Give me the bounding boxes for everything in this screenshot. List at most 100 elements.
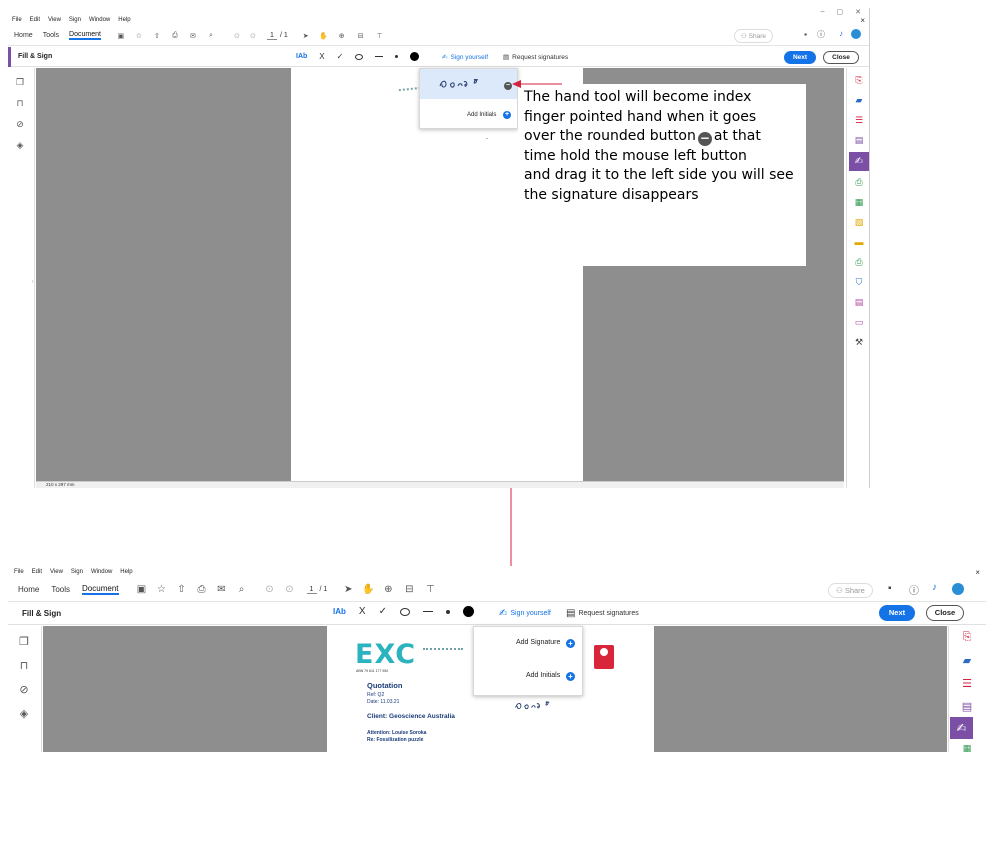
fill-sign-active-icon[interactable]: ✍: [950, 717, 973, 739]
menu-sign[interactable]: Sign: [71, 569, 83, 575]
remove-signature-button[interactable]: −: [504, 82, 512, 90]
measure-icon[interactable]: ▭: [853, 316, 865, 328]
upload-icon[interactable]: ⇧: [151, 32, 163, 40]
color-picker[interactable]: [462, 606, 474, 617]
create-pdf-icon[interactable]: ▦: [960, 744, 974, 752]
save-icon[interactable]: ▣: [115, 32, 127, 40]
pages-icon[interactable]: ❐: [17, 634, 31, 648]
sign-yourself-button[interactable]: ✍ Sign yourself: [499, 608, 551, 619]
stamp-icon[interactable]: ⊤: [374, 32, 386, 40]
next-button[interactable]: Next: [784, 51, 816, 64]
zoom-icon[interactable]: ⊕: [381, 584, 395, 595]
edit-pdf-icon[interactable]: ▤: [960, 699, 974, 713]
combine-icon[interactable]: ▦: [853, 196, 865, 208]
menu-edit[interactable]: Edit: [32, 569, 42, 575]
placed-signature[interactable]: [512, 697, 560, 713]
edit-pdf-icon[interactable]: ▤: [853, 134, 865, 146]
menu-file[interactable]: File: [14, 569, 24, 575]
add-initials-row[interactable]: Add Initials +: [474, 668, 582, 684]
organize-icon[interactable]: ☰: [853, 114, 865, 126]
bell-icon[interactable]: ♪: [839, 29, 843, 38]
create-pdf-icon[interactable]: ⎙: [853, 176, 865, 188]
redact-icon[interactable]: ▤: [853, 296, 865, 308]
menu-edit[interactable]: Edit: [30, 17, 40, 23]
layers-icon[interactable]: ◈: [14, 139, 26, 151]
ellipse-tool[interactable]: [355, 53, 364, 60]
mail-icon[interactable]: ✉: [215, 584, 229, 595]
select-cursor-icon[interactable]: ➤: [341, 584, 355, 595]
attachment-icon[interactable]: ⊘: [17, 682, 31, 696]
tab-home[interactable]: Home: [18, 585, 39, 594]
share-button[interactable]: ⚇ Share: [734, 29, 773, 43]
bookmark-icon[interactable]: ⊓: [14, 97, 26, 109]
tab-tools[interactable]: Tools: [51, 585, 70, 594]
avatar[interactable]: [851, 29, 861, 39]
export-pdf-icon[interactable]: ⎘: [960, 630, 974, 644]
scroll-up-icon[interactable]: ⌃: [940, 628, 945, 635]
page-number-input[interactable]: 1: [266, 32, 277, 40]
add-text-tool[interactable]: IAb: [296, 53, 307, 60]
collapse-left-icon[interactable]: ‹: [30, 278, 35, 286]
close-button[interactable]: Close: [823, 51, 859, 64]
page-number-input[interactable]: 1: [306, 586, 317, 594]
bell-icon[interactable]: ♪: [932, 582, 937, 593]
note-icon[interactable]: ▬: [853, 236, 865, 248]
restore-button[interactable]: ▢: [837, 8, 844, 16]
menu-file[interactable]: File: [12, 17, 22, 23]
organize-icon[interactable]: ☰: [960, 676, 974, 690]
export-pdf-icon[interactable]: ⎘: [853, 74, 865, 86]
cross-tool[interactable]: X: [319, 52, 324, 61]
menu-view[interactable]: View: [50, 569, 63, 575]
dot-tool[interactable]: [395, 55, 399, 58]
menu-window[interactable]: Window: [89, 17, 110, 23]
pages-icon[interactable]: ❐: [14, 76, 26, 88]
page-up-icon[interactable]: ⊙: [231, 32, 243, 40]
share-button[interactable]: ⚇ Share: [828, 583, 873, 598]
saved-signature-row[interactable]: −: [420, 69, 517, 99]
help-icon[interactable]: ⓘ: [817, 29, 825, 40]
print-icon[interactable]: ⎙: [169, 32, 181, 40]
fill-sign-active-icon[interactable]: ✍: [849, 152, 869, 171]
request-signatures-button[interactable]: ▤ Request signatures: [566, 608, 639, 619]
tab-document[interactable]: Document: [82, 584, 119, 595]
ellipse-tool[interactable]: [399, 607, 410, 616]
menu-window[interactable]: Window: [91, 569, 112, 575]
search-icon[interactable]: ⌕: [235, 584, 249, 595]
upload-icon[interactable]: ⇧: [175, 584, 189, 595]
close-doc-x[interactable]: ×: [975, 568, 980, 577]
sign-yourself-button[interactable]: ✍ Sign yourself: [442, 53, 488, 62]
menu-help[interactable]: Help: [118, 17, 130, 23]
help-icon[interactable]: ⓘ: [909, 582, 919, 597]
hand-icon[interactable]: ✋: [361, 584, 375, 595]
scan-icon[interactable]: ▧: [853, 216, 865, 228]
menu-sign[interactable]: Sign: [69, 17, 81, 23]
add-initials-row[interactable]: Add Initials +: [420, 109, 517, 123]
mail-icon[interactable]: ✉: [187, 32, 199, 40]
fit-page-icon[interactable]: ⊟: [354, 32, 368, 40]
star-icon[interactable]: ☆: [133, 32, 145, 40]
check-tool[interactable]: ✓: [379, 606, 387, 617]
protect-icon[interactable]: ⛉: [853, 276, 865, 288]
star-icon[interactable]: ☆: [155, 584, 169, 595]
more-tools-icon[interactable]: ⚒: [853, 336, 865, 348]
check-tool[interactable]: ✓: [337, 52, 344, 61]
zoom-icon[interactable]: ⊕: [336, 32, 348, 40]
tab-document[interactable]: Document: [69, 31, 101, 40]
stamp-icon[interactable]: ⊤: [423, 584, 437, 595]
comment-icon[interactable]: ▰: [960, 653, 974, 667]
avatar[interactable]: [952, 583, 964, 595]
request-signatures-button[interactable]: ▤ Request signatures: [503, 53, 568, 62]
line-tool[interactable]: [422, 611, 433, 612]
page-down-icon[interactable]: ⊙: [247, 32, 259, 40]
bookmark-icon[interactable]: ⊓: [17, 658, 31, 672]
close-window-button[interactable]: ✕: [855, 8, 861, 16]
add-signature-row[interactable]: Add Signature +: [474, 635, 582, 651]
close-button[interactable]: Close: [926, 605, 964, 621]
attachment-icon[interactable]: ⊘: [14, 118, 26, 130]
layers-icon[interactable]: ◈: [17, 706, 31, 720]
page-down-icon[interactable]: ⊙: [283, 584, 297, 595]
tab-home[interactable]: Home: [14, 32, 33, 39]
menu-view[interactable]: View: [48, 17, 61, 23]
comment-icon[interactable]: ▰: [853, 94, 865, 106]
select-cursor-icon[interactable]: ➤: [300, 32, 312, 40]
